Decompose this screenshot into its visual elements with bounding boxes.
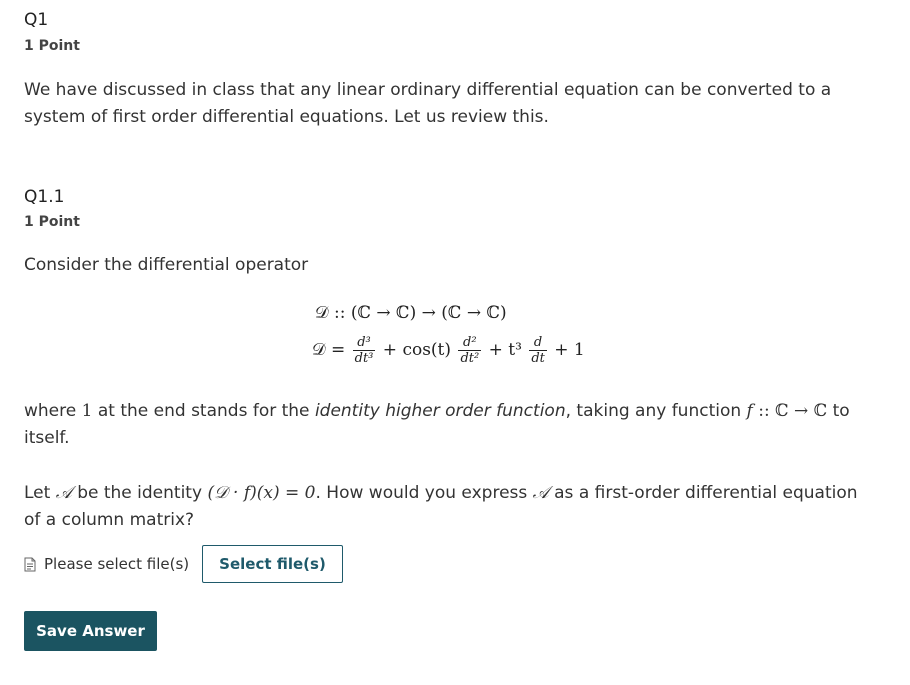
math-identity: (𝒟 · f)(x) = 0: [207, 483, 316, 503]
text-segment: . How would you express: [315, 483, 533, 503]
fraction-d3: d³ dt³: [352, 335, 376, 366]
consider-text: Consider the differential operator: [24, 255, 309, 275]
operator-type: 𝒟 :: (ℂ → ℂ) → (ℂ → ℂ): [315, 303, 507, 323]
operator-lhs: 𝒟 =: [312, 340, 346, 360]
question-text: Let 𝒜 be the identity (𝒟 · f)(x) = 0. Ho…: [24, 480, 874, 534]
text-segment: Let: [24, 483, 56, 503]
operator-definition: 𝒟 = d³ dt³ + cos(t) d² dt² + t³ d dt + 1: [312, 335, 585, 366]
file-upload-row: Please select file(s) Select file(s): [24, 545, 343, 583]
save-answer-button[interactable]: Save Answer: [24, 611, 157, 651]
text-segment: where: [24, 401, 82, 421]
math-one: 1: [81, 401, 93, 421]
fraction-numerator: d²: [458, 335, 482, 351]
fraction-denominator: dt³: [354, 351, 374, 366]
plus-one-term: + 1: [554, 340, 585, 360]
question-title: Q1: [24, 10, 49, 30]
subquestion-points: 1 Point: [24, 214, 80, 230]
fraction-denominator: dt: [531, 351, 545, 366]
math-a: 𝒜: [532, 483, 549, 503]
text-segment: at the end stands for the: [92, 401, 315, 421]
file-label-text: Please select file(s): [44, 555, 190, 573]
fraction-d1: d dt: [529, 335, 547, 366]
cos-term: + cos(t): [382, 340, 452, 360]
fraction-numerator: d: [529, 335, 547, 351]
text-segment: be the identity: [71, 483, 208, 503]
fraction-numerator: d³: [352, 335, 376, 351]
fraction-denominator: dt²: [460, 351, 480, 366]
select-files-button[interactable]: Select file(s): [202, 545, 343, 583]
math-a: 𝒜: [55, 483, 72, 503]
question-intro: We have discussed in class that any line…: [24, 80, 832, 127]
t3-term: + t³: [488, 340, 522, 360]
where-text: where 1 at the end stands for the identi…: [24, 398, 874, 452]
math-signature: :: ℂ → ℂ: [752, 401, 828, 421]
text-segment: , taking any function: [565, 401, 747, 421]
document-icon: [24, 557, 36, 571]
file-label: Please select file(s): [24, 555, 189, 573]
question-points: 1 Point: [24, 38, 80, 54]
subquestion-title: Q1.1: [24, 187, 65, 207]
emphasis-text: identity higher order function: [314, 401, 566, 421]
fraction-d2: d² dt²: [458, 335, 482, 366]
